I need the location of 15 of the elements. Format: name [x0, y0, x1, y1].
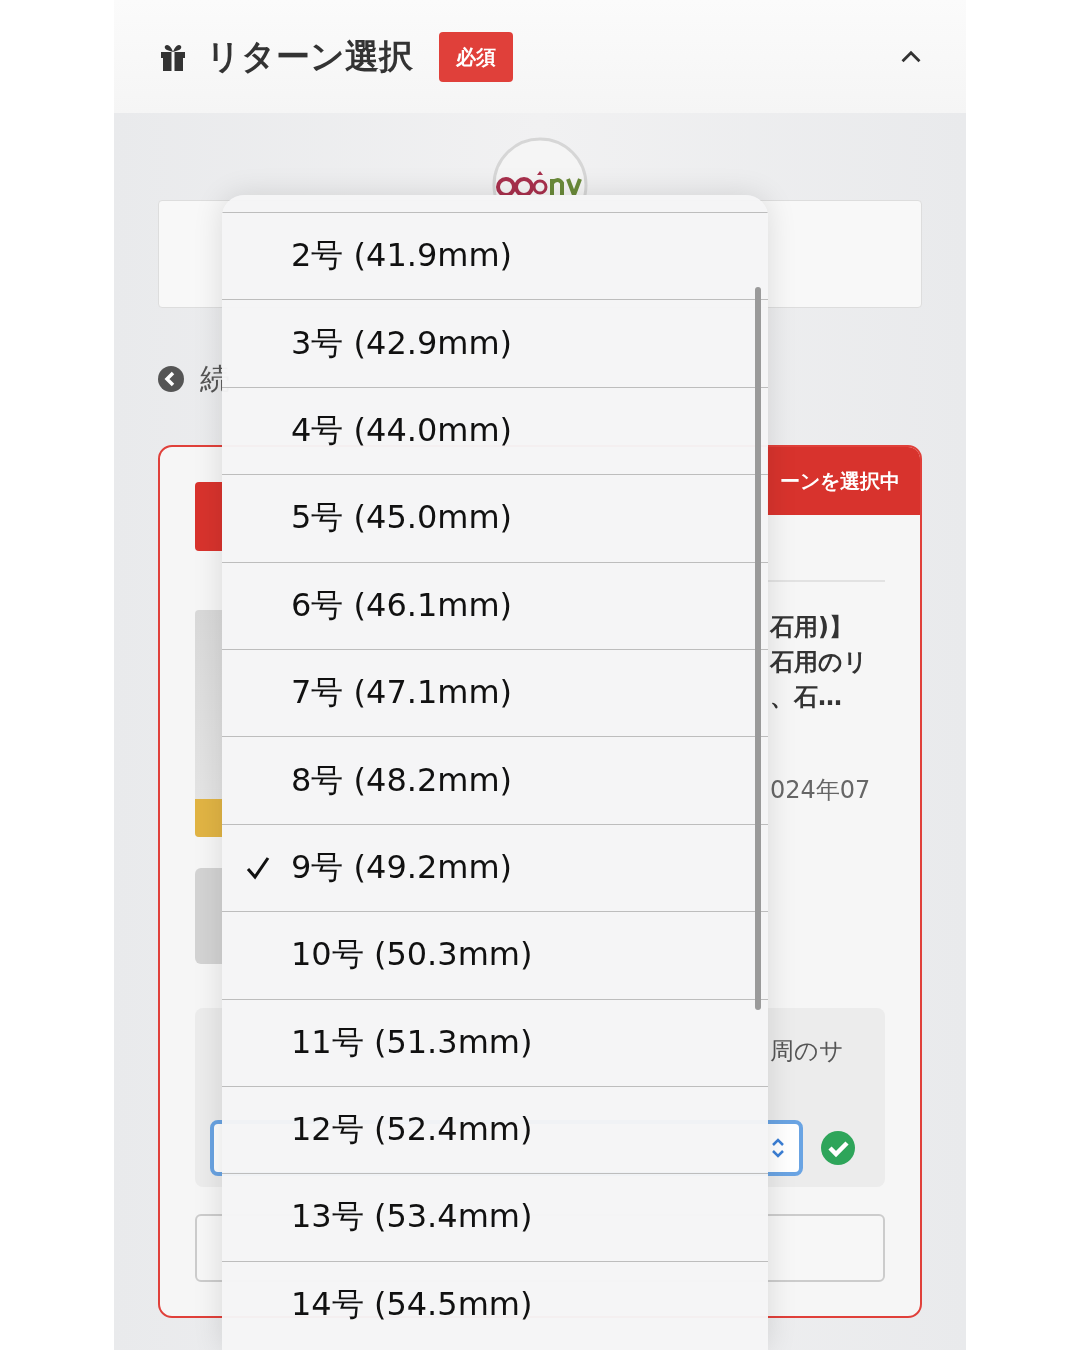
reward-title: 、石… — [770, 682, 843, 713]
reward-title: 石用のリ — [770, 647, 869, 678]
selected-banner: ーンを選択中 — [767, 447, 920, 515]
section-title: リターン選択 — [206, 34, 413, 78]
required-badge: 必須 — [439, 31, 513, 82]
size-option[interactable]: 12号 (52.4mm) — [222, 1085, 768, 1174]
scrollbar[interactable] — [755, 287, 761, 1010]
updown-icon — [771, 1137, 785, 1159]
delivery-date: 024年07 — [770, 775, 871, 806]
size-option[interactable]: 13号 (53.4mm) — [222, 1173, 768, 1261]
option-label: 周のサ — [770, 1036, 845, 1067]
gift-icon — [158, 42, 188, 71]
reward-title: 石用)】 — [770, 612, 854, 643]
chevron-up-icon[interactable] — [900, 48, 922, 65]
size-option[interactable]: 14号 (54.5mm) — [222, 1260, 768, 1349]
